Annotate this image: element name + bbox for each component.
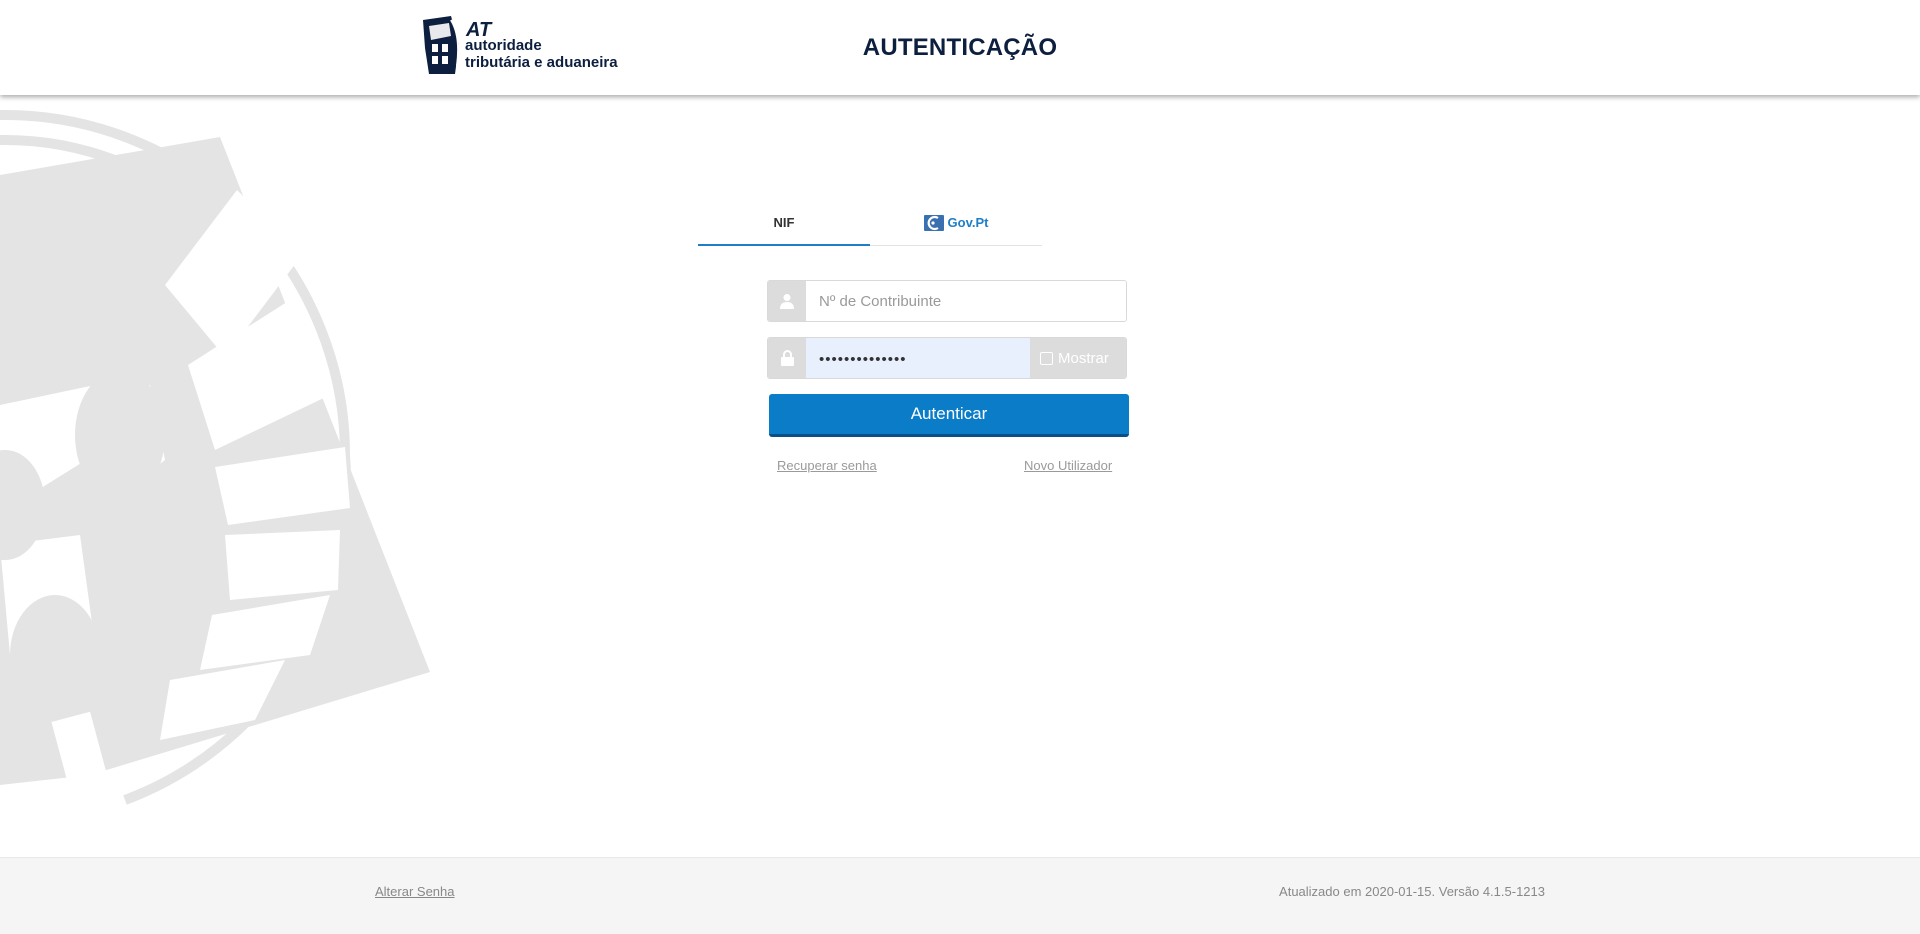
version-info: Atualizado em 2020-01-15. Versão 4.1.5-1…: [1279, 884, 1545, 899]
lock-icon: [768, 338, 806, 378]
at-emblem-icon: [423, 16, 460, 74]
auth-tabs: NIF Gov.Pt: [698, 200, 1042, 246]
user-icon: [768, 281, 806, 321]
logo-line-2: tributária e aduaneira: [465, 54, 618, 71]
show-password-checkbox[interactable]: [1040, 351, 1053, 365]
password-input-group: Mostrar: [767, 337, 1127, 379]
at-logo[interactable]: AT autoridade tributária e aduaneira: [421, 16, 631, 76]
authenticate-button[interactable]: Autenticar: [769, 394, 1129, 437]
new-user-link[interactable]: Novo Utilizador: [1024, 458, 1112, 473]
show-password-label: Mostrar: [1058, 349, 1109, 367]
tab-gov-pt-label: Gov.Pt: [947, 215, 989, 230]
nif-input[interactable]: [806, 281, 1126, 321]
logo-line-1: autoridade: [465, 37, 542, 54]
tab-nif-label: NIF: [773, 214, 795, 230]
page-footer: Alterar Senha Atualizado em 2020-01-15. …: [0, 857, 1920, 934]
tab-nif[interactable]: NIF: [698, 200, 870, 246]
page-title: AUTENTICAÇÃO: [862, 34, 1058, 61]
tab-gov-pt[interactable]: Gov.Pt: [870, 200, 1042, 246]
change-password-link[interactable]: Alterar Senha: [375, 884, 455, 899]
page-header: AT autoridade tributária e aduaneira AUT…: [0, 0, 1920, 95]
background-emblem: [0, 95, 440, 835]
nif-input-group: [767, 280, 1127, 322]
password-input[interactable]: [806, 338, 1030, 378]
show-password-toggle[interactable]: Mostrar: [1030, 338, 1126, 378]
gov-pt-icon: [923, 214, 944, 231]
recover-password-link[interactable]: Recuperar senha: [777, 458, 877, 473]
